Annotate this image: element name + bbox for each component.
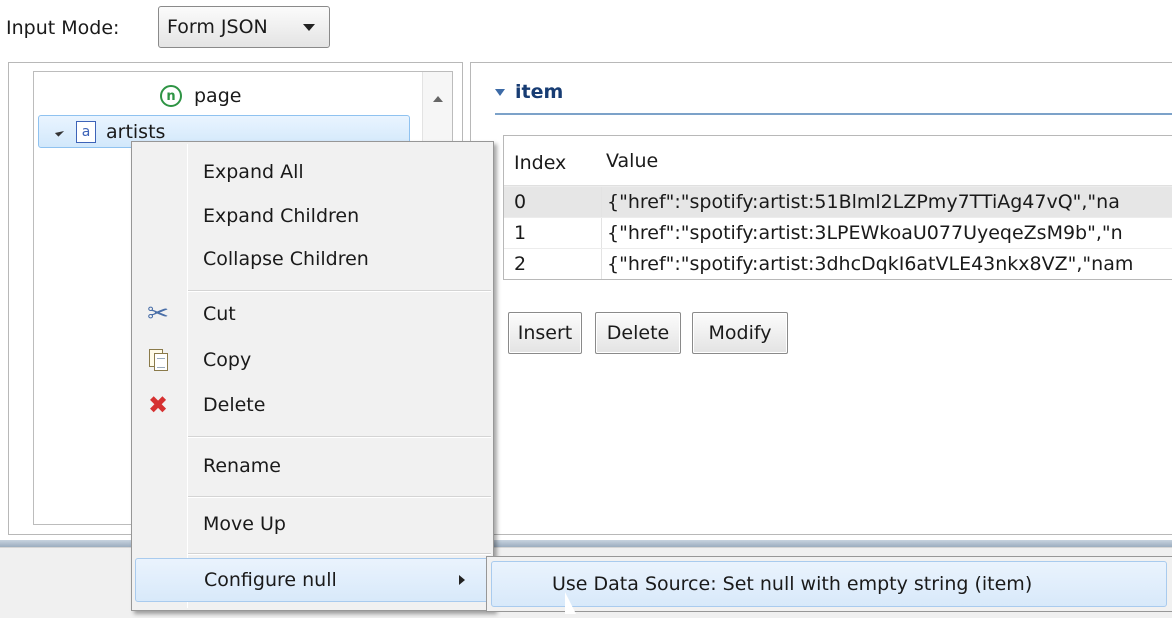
number-node-icon: n <box>160 85 182 107</box>
menu-item-label: Cut <box>203 303 236 325</box>
menu-item-delete[interactable]: ✖ Delete <box>135 383 490 427</box>
delete-icon: ✖ <box>147 391 169 419</box>
menu-item-label: Delete <box>203 394 266 416</box>
table-header: Index Value <box>504 136 1172 186</box>
scissors-icon: ✂ <box>147 299 169 329</box>
menu-item-collapse-children[interactable]: Collapse Children <box>135 237 490 281</box>
cell-index: 1 <box>514 222 527 244</box>
menu-item-label: Expand Children <box>203 205 360 227</box>
insert-button[interactable]: Insert <box>508 312 582 354</box>
cell-index: 2 <box>514 253 527 275</box>
expanded-arrow-icon[interactable] <box>54 126 65 137</box>
array-node-icon: a <box>76 120 96 143</box>
mouse-cursor-icon <box>563 590 576 616</box>
input-mode-label: Input Mode: <box>6 17 120 39</box>
cell-value: {"href":"spotify:artist:3dhcDqkI6atVLE43… <box>601 249 1172 279</box>
menu-item-configure-null[interactable]: Configure null <box>135 558 490 602</box>
menu-separator <box>188 436 491 438</box>
items-table: Index Value 0 {"href":"spotify:artist:51… <box>503 135 1172 280</box>
menu-separator <box>188 553 491 555</box>
menu-item-move-up[interactable]: Move Up <box>135 502 490 546</box>
dropdown-arrow-icon <box>303 24 315 31</box>
menu-item-expand-all[interactable]: Expand All <box>135 150 490 194</box>
menu-item-label: Configure null <box>204 569 337 591</box>
menu-item-rename[interactable]: Rename <box>135 444 490 488</box>
context-menu: Expand All Expand Children Collapse Chil… <box>131 141 494 611</box>
menu-item-copy[interactable]: Copy <box>135 338 490 382</box>
section-header[interactable]: item <box>495 81 1172 115</box>
submenu: Use Data Source: Set null with empty str… <box>486 556 1172 612</box>
menu-item-label: Use Data Source: Set null with empty str… <box>552 573 1033 595</box>
section-title: item <box>515 81 564 103</box>
column-header-value[interactable]: Value <box>601 136 1172 185</box>
tree-node-page[interactable]: n page <box>160 85 241 107</box>
tree-node-label: page <box>194 85 242 107</box>
menu-item-label: Copy <box>203 349 252 371</box>
tree-node-label: artists <box>106 120 166 143</box>
menu-item-expand-children[interactable]: Expand Children <box>135 194 490 238</box>
table-row[interactable]: 1 {"href":"spotify:artist:3LPEWkoaU077Uy… <box>504 217 1172 248</box>
table-row[interactable]: 2 {"href":"spotify:artist:3dhcDqkI6atVLE… <box>504 248 1172 279</box>
column-header-index[interactable]: Index <box>504 148 601 174</box>
table-row[interactable]: 0 {"href":"spotify:artist:51Blml2LZPmy7T… <box>504 186 1172 217</box>
menu-item-label: Expand All <box>203 161 304 183</box>
scroll-up-icon[interactable] <box>433 96 443 102</box>
menu-item-label: Move Up <box>203 513 286 535</box>
menu-separator <box>188 496 491 498</box>
input-mode-value: Form JSON <box>167 16 268 38</box>
cell-value: {"href":"spotify:artist:51Blml2LZPmy7TTi… <box>601 187 1172 217</box>
submenu-arrow-icon <box>459 575 465 585</box>
cell-index: 0 <box>514 191 527 213</box>
menu-item-label: Collapse Children <box>203 248 369 270</box>
submenu-item-use-data-source[interactable]: Use Data Source: Set null with empty str… <box>491 561 1167 607</box>
delete-row-button[interactable]: Delete <box>595 312 681 354</box>
copy-icon <box>145 347 171 373</box>
modify-button[interactable]: Modify <box>692 312 788 354</box>
cell-value: {"href":"spotify:artist:3LPEWkoaU077Uyeq… <box>601 218 1172 248</box>
collapse-arrow-icon[interactable] <box>495 89 505 96</box>
menu-item-cut[interactable]: ✂ Cut <box>135 292 490 336</box>
menu-item-label: Rename <box>203 455 281 477</box>
input-mode-select[interactable]: Form JSON <box>158 6 330 48</box>
detail-panel: item Index Value 0 {"href":"spotify:arti… <box>470 62 1172 535</box>
